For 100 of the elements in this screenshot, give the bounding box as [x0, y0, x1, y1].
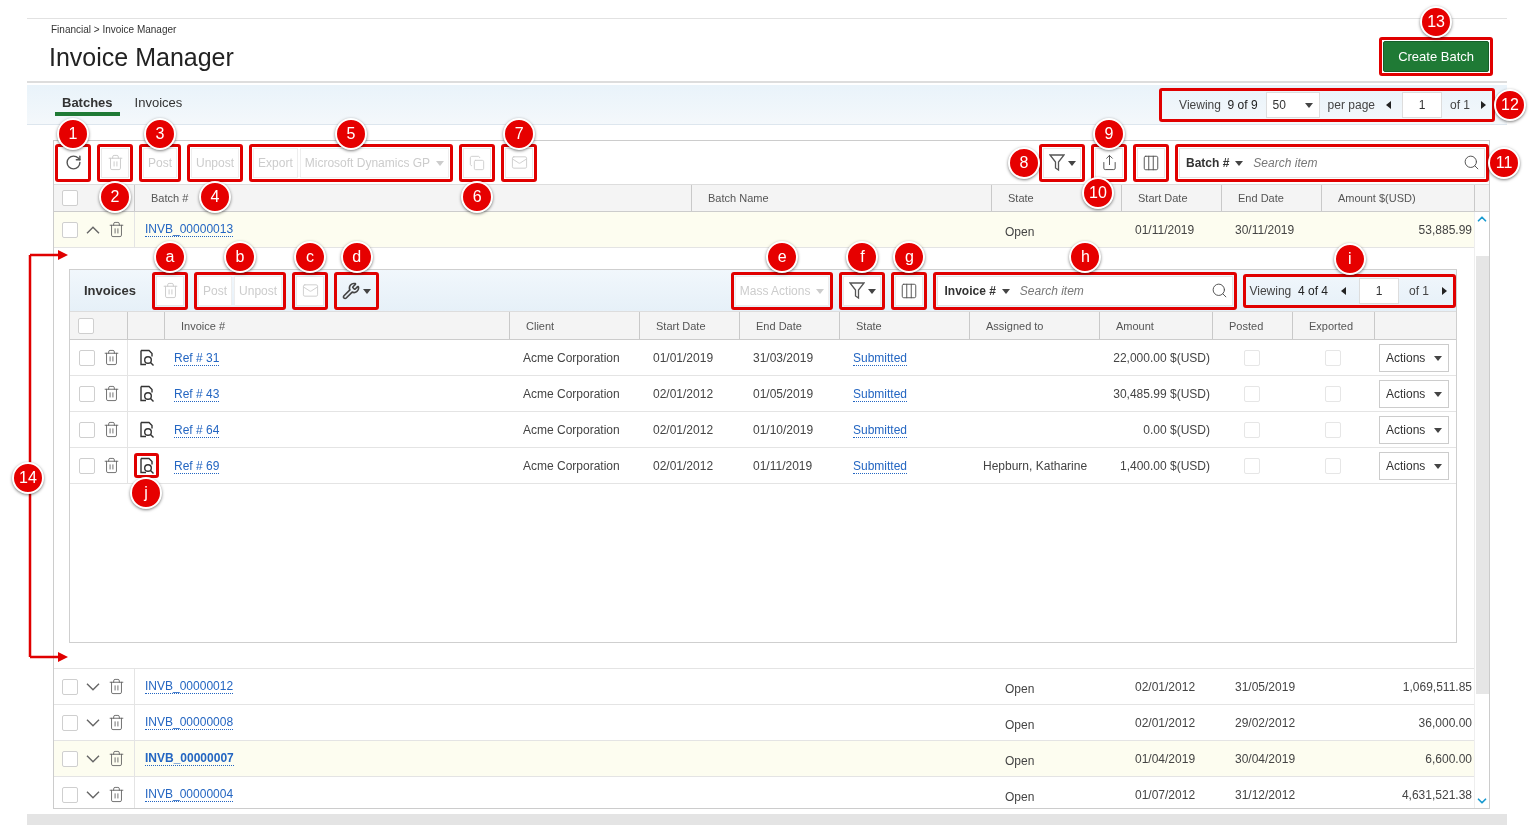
trash-icon [108, 678, 125, 695]
view-icon [137, 385, 155, 402]
state-link[interactable]: Submitted [853, 422, 908, 438]
exported-checkbox[interactable] [1325, 385, 1341, 402]
table-cell-text: 01/04/2019 [1134, 751, 1197, 766]
column-header[interactable]: State [1008, 192, 1034, 204]
page-input[interactable]: 1 [1402, 91, 1442, 118]
column-header[interactable]: Posted [1229, 319, 1264, 332]
table-cell-text: 36,000.00 [1417, 715, 1473, 730]
expand-toggle[interactable] [86, 682, 100, 691]
actions-dropdown[interactable]: Actions [1379, 343, 1449, 372]
exported-checkbox[interactable] [1325, 457, 1341, 474]
chevron-up-icon [86, 225, 100, 234]
delete-button[interactable] [108, 750, 125, 767]
invoice-link[interactable]: Ref # 64 [174, 422, 220, 438]
row-checkbox[interactable] [79, 349, 95, 366]
table-cell-text: 22,000.00 $(USD) [1112, 350, 1211, 365]
scrollbar[interactable] [1474, 212, 1489, 808]
table-cell-text: Acme Corporation [522, 350, 621, 365]
exported-checkbox[interactable] [1325, 421, 1341, 438]
delete-button[interactable] [103, 349, 120, 366]
column-header[interactable]: End Date [1238, 192, 1284, 204]
table-cell-text: Hepburn, Katharine [982, 458, 1089, 473]
refresh-icon [64, 154, 82, 171]
column-header[interactable]: End Date [756, 319, 802, 332]
horizontal-scrollbar[interactable] [27, 814, 1507, 825]
page-title: Invoice Manager [49, 43, 234, 72]
table-cell-text: 30/04/2019 [1234, 751, 1297, 766]
delete-button[interactable] [108, 714, 125, 731]
row-checkbox[interactable] [62, 678, 78, 695]
delete-button[interactable] [103, 421, 120, 438]
posted-checkbox[interactable] [1244, 421, 1260, 438]
page-input[interactable]: 1 [1359, 277, 1399, 304]
actions-dropdown[interactable]: Actions [1379, 379, 1449, 408]
view-button[interactable] [137, 349, 155, 366]
create-batch-button[interactable]: Create Batch [1383, 41, 1489, 72]
expand-toggle[interactable] [86, 225, 100, 234]
actions-dropdown[interactable]: Actions [1379, 451, 1449, 480]
column-header[interactable]: Amount [1116, 319, 1154, 332]
column-header[interactable]: Start Date [656, 319, 706, 332]
view-button[interactable] [137, 385, 155, 402]
batch-link[interactable]: INVB_00000008 [145, 715, 234, 730]
batch-link[interactable]: INVB_00000007 [145, 751, 234, 766]
delete-button[interactable] [108, 678, 125, 695]
row-checkbox[interactable] [62, 221, 78, 238]
trash-icon [108, 221, 125, 238]
column-header[interactable]: Batch # [151, 192, 189, 204]
delete-button[interactable] [108, 221, 125, 238]
column-header[interactable]: State [856, 319, 882, 332]
tab[interactable]: Batches [55, 95, 120, 116]
state-link[interactable]: Submitted [853, 350, 908, 366]
posted-checkbox[interactable] [1244, 385, 1260, 402]
row-checkbox[interactable] [62, 750, 78, 767]
row-checkbox[interactable] [79, 457, 95, 474]
batch-link[interactable]: INVB_00000012 [145, 679, 234, 694]
exported-checkbox[interactable] [1325, 349, 1341, 366]
state-link[interactable]: Submitted [853, 386, 908, 402]
view-icon [137, 421, 155, 438]
row-checkbox[interactable] [62, 786, 78, 803]
per-page-select[interactable]: 50 [1265, 91, 1320, 118]
row-checkbox[interactable] [62, 714, 78, 731]
expand-toggle[interactable] [86, 754, 100, 763]
invoice-link[interactable]: Ref # 31 [174, 350, 220, 366]
view-button[interactable] [137, 421, 155, 438]
delete-button[interactable] [108, 786, 125, 803]
select-all-checkbox[interactable] [78, 317, 94, 334]
filter-icon [1048, 153, 1065, 172]
actions-dropdown[interactable]: Actions [1379, 415, 1449, 444]
column-header[interactable]: Invoice # [181, 319, 226, 332]
batch-link[interactable]: INVB_00000004 [145, 787, 234, 802]
expand-toggle[interactable] [86, 718, 100, 727]
invoice-link[interactable]: Ref # 69 [174, 458, 220, 474]
delete-button[interactable] [103, 385, 120, 402]
column-header[interactable]: Exported [1309, 319, 1354, 332]
state-link[interactable]: Submitted [853, 458, 908, 474]
column-header[interactable]: Amount $(USD) [1338, 192, 1416, 204]
column-header[interactable]: Client [526, 319, 555, 332]
invoice-link[interactable]: Ref # 43 [174, 386, 220, 402]
row-checkbox[interactable] [79, 385, 95, 402]
posted-checkbox[interactable] [1244, 457, 1260, 474]
search-field[interactable]: Batch # Search item [1179, 147, 1485, 178]
expand-toggle[interactable] [86, 790, 100, 799]
column-header[interactable]: Start Date [1138, 192, 1188, 204]
breadcrumb: Financial > Invoice Manager [51, 24, 178, 35]
wrench-icon [342, 281, 361, 300]
batch-link[interactable]: INVB_00000013 [145, 222, 234, 237]
field-dropdown[interactable]: Batch # [1184, 155, 1246, 170]
tab[interactable]: Invoices [127, 95, 190, 116]
posted-checkbox[interactable] [1244, 349, 1260, 366]
select-all-checkbox[interactable] [62, 190, 78, 206]
field-dropdown[interactable]: Invoice # [942, 283, 1012, 298]
search-field[interactable]: Invoice # Search item [937, 275, 1234, 306]
delete-button[interactable] [103, 457, 120, 474]
table-cell-text: 1,069,511.85 [1401, 679, 1473, 694]
per-page-label: per page [1327, 97, 1375, 112]
column-header[interactable]: Batch Name [708, 192, 769, 204]
table-cell-text: 01/10/2019 [752, 422, 815, 437]
table-cell-text: Open [1004, 223, 1036, 239]
column-header[interactable]: Assigned to [986, 319, 1044, 332]
row-checkbox[interactable] [79, 421, 95, 438]
